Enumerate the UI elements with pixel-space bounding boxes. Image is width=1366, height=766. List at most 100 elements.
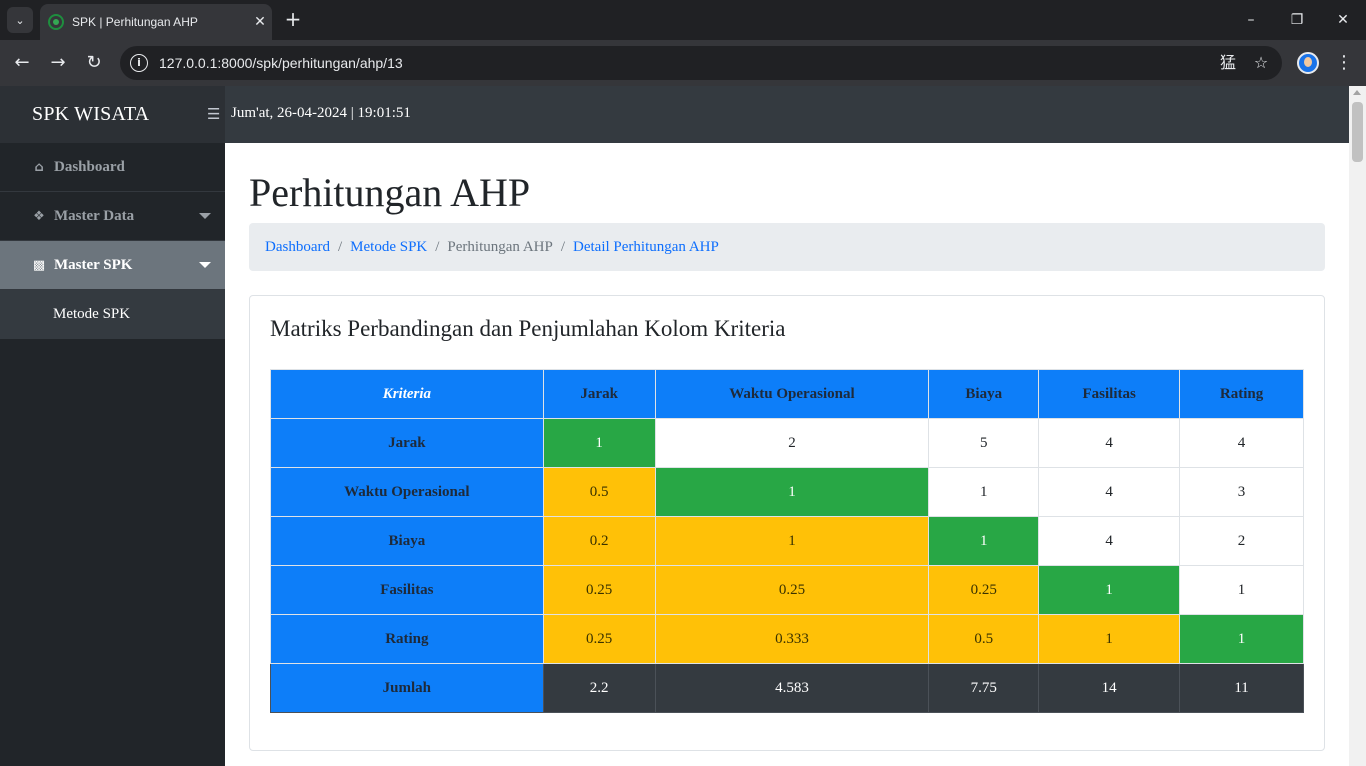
sitemap-icon: ▩ <box>32 257 46 273</box>
breadcrumb-separator: / <box>337 238 343 255</box>
caret-down-icon <box>199 213 211 219</box>
breadcrumb-link-dashboard[interactable]: Dashboard <box>265 239 330 256</box>
column-header: Waktu Operasional <box>654 369 930 419</box>
profile-avatar[interactable] <box>1297 52 1319 74</box>
close-tab-icon[interactable]: ✕ <box>248 14 272 30</box>
scroll-up-icon[interactable] <box>1353 90 1361 95</box>
matrix-card: Matriks Perbandingan dan Penjumlahan Kol… <box>249 295 1325 751</box>
table-body: Jarak 1 2 5 4 4 Waktu Operasional 0.5 1 1 4 3 Biaya 0… <box>270 418 1304 713</box>
matrix-cell: 1 <box>1038 565 1181 615</box>
datetime-display: Jum'at, 26-04-2024 | 19:01:51 <box>231 105 411 121</box>
matrix-cell: 1 <box>1179 565 1304 615</box>
sidebar-item-master-data[interactable]: ❖ Master Data <box>0 192 225 241</box>
tab-search-button[interactable]: ⌄ <box>7 7 33 33</box>
matrix-cell: 1 <box>1179 614 1304 664</box>
matrix-cell: 1 <box>928 467 1040 517</box>
column-header: Biaya <box>928 369 1040 419</box>
row-header: Jarak <box>270 418 544 468</box>
sidebar-item-label: Dashboard <box>54 158 125 175</box>
breadcrumb: Dashboard / Metode SPK / Perhitungan AHP… <box>249 223 1325 271</box>
browser-tab-strip: ⌄ SPK | Perhitungan AHP ✕ + – ❐ ✕ <box>0 0 1366 40</box>
matrix-cell: 2 <box>654 418 930 468</box>
minimize-icon[interactable]: – <box>1228 6 1274 34</box>
matrix-cell: 1 <box>928 516 1040 566</box>
browser-tab[interactable]: SPK | Perhitungan AHP ✕ <box>40 4 272 40</box>
matrix-cell: 1 <box>654 467 930 517</box>
breadcrumb-separator: / <box>435 238 440 255</box>
main-content: Perhitungan AHP Dashboard / Metode SPK /… <box>225 143 1349 766</box>
sum-row-label: Jumlah <box>270 663 544 713</box>
matrix-cell: 1 <box>1038 614 1181 664</box>
translate-icon[interactable]: 猛 <box>1216 51 1240 75</box>
close-window-icon[interactable]: ✕ <box>1320 6 1366 34</box>
page-title: Perhitungan AHP <box>249 170 531 215</box>
matrix-cell: 0.5 <box>542 467 656 517</box>
column-header: Fasilitas <box>1038 369 1181 419</box>
brand-area: SPK WISATA <box>0 86 225 143</box>
bookmark-star-icon[interactable]: ☆ <box>1249 51 1273 75</box>
comparison-matrix-table: Kriteria Jarak Waktu Operasional Biaya F… <box>270 369 1304 713</box>
matrix-cell: 5 <box>928 418 1040 468</box>
card-title: Matriks Perbandingan dan Penjumlahan Kol… <box>270 316 786 341</box>
matrix-cell: 1 <box>654 516 930 566</box>
back-arrow-icon[interactable]: ← <box>10 51 34 75</box>
table-header-row: Kriteria Jarak Waktu Operasional Biaya F… <box>270 369 1304 419</box>
matrix-cell: 0.25 <box>542 565 656 615</box>
cubes-icon: ❖ <box>33 208 45 224</box>
plus-icon[interactable]: + <box>282 8 304 30</box>
address-bar[interactable]: i 127.0.0.1:8000/spk/perhitungan/ahp/13 … <box>120 46 1282 80</box>
sum-cell: 7.75 <box>928 663 1040 713</box>
matrix-cell: 2 <box>1179 516 1304 566</box>
top-navbar: SPK WISATA ☰ Jum'at, 26-04-2024 | 19:01:… <box>0 86 1349 143</box>
browser-toolbar: ← → ↻ i 127.0.0.1:8000/spk/perhitungan/a… <box>0 40 1366 86</box>
row-header: Biaya <box>270 516 544 566</box>
column-header: Jarak <box>542 369 656 419</box>
matrix-cell: 4 <box>1038 516 1181 566</box>
reload-icon[interactable]: ↻ <box>82 51 106 75</box>
matrix-cell: 3 <box>1179 467 1304 517</box>
more-menu-icon[interactable]: ⋮ <box>1332 51 1356 75</box>
sidebar-item-dashboard[interactable]: ⌂ Dashboard <box>0 143 225 192</box>
matrix-cell: 0.25 <box>654 565 930 615</box>
menu-toggle-icon[interactable]: ☰ <box>207 105 220 123</box>
brand-logo-text[interactable]: SPK WISATA <box>32 103 149 126</box>
forward-arrow-icon[interactable]: → <box>46 51 70 75</box>
row-header: Waktu Operasional <box>270 467 544 517</box>
row-header: Fasilitas <box>270 565 544 615</box>
tab-title: SPK | Perhitungan AHP <box>72 15 198 29</box>
breadcrumb-item-perhitungan-ahp: Perhitungan AHP <box>447 238 553 255</box>
sum-cell: 4.583 <box>654 663 930 713</box>
matrix-cell: 4 <box>1038 467 1181 517</box>
table-row: Rating 0.25 0.333 0.5 1 1 <box>270 614 1304 664</box>
sidebar-subitem-label: Metode SPK <box>53 306 131 322</box>
home-icon: ⌂ <box>34 159 44 175</box>
sum-row: Jumlah 2.2 4.583 7.75 14 11 <box>270 663 1304 713</box>
column-header: Rating <box>1179 369 1304 419</box>
breadcrumb-separator: / <box>560 238 566 255</box>
table-row: Jarak 1 2 5 4 4 <box>270 418 1304 468</box>
matrix-cell: 0.25 <box>928 565 1040 615</box>
breadcrumb-link-metode-spk[interactable]: Metode SPK <box>350 239 427 256</box>
site-info-icon[interactable]: i <box>130 54 148 72</box>
url-text[interactable]: 127.0.0.1:8000/spk/perhitungan/ahp/13 <box>159 55 1216 71</box>
table-row: Waktu Operasional 0.5 1 1 4 3 <box>270 467 1304 517</box>
matrix-cell: 4 <box>1038 418 1181 468</box>
page-scrollbar[interactable] <box>1349 86 1366 766</box>
matrix-cell: 4 <box>1179 418 1304 468</box>
matrix-cell: 0.5 <box>928 614 1040 664</box>
restore-icon[interactable]: ❐ <box>1274 6 1320 34</box>
breadcrumb-link-detail[interactable]: Detail Perhitungan AHP <box>573 239 719 256</box>
column-header-kriteria: Kriteria <box>270 369 544 419</box>
sidebar-item-label: Master SPK <box>54 256 133 273</box>
scroll-thumb[interactable] <box>1352 102 1363 162</box>
matrix-cell: 1 <box>542 418 656 468</box>
chevron-down-icon: ⌄ <box>15 13 25 27</box>
table-row: Biaya 0.2 1 1 4 2 <box>270 516 1304 566</box>
site-favicon-icon <box>48 14 64 30</box>
sidebar-subitem-metode-spk[interactable]: Metode SPK <box>0 290 225 339</box>
table-row: Fasilitas 0.25 0.25 0.25 1 1 <box>270 565 1304 615</box>
sidebar-item-master-spk[interactable]: ▩ Master SPK <box>0 241 225 290</box>
page-viewport: SPK WISATA ☰ Jum'at, 26-04-2024 | 19:01:… <box>0 86 1366 766</box>
sum-cell: 2.2 <box>542 663 656 713</box>
sum-cell: 14 <box>1038 663 1181 713</box>
